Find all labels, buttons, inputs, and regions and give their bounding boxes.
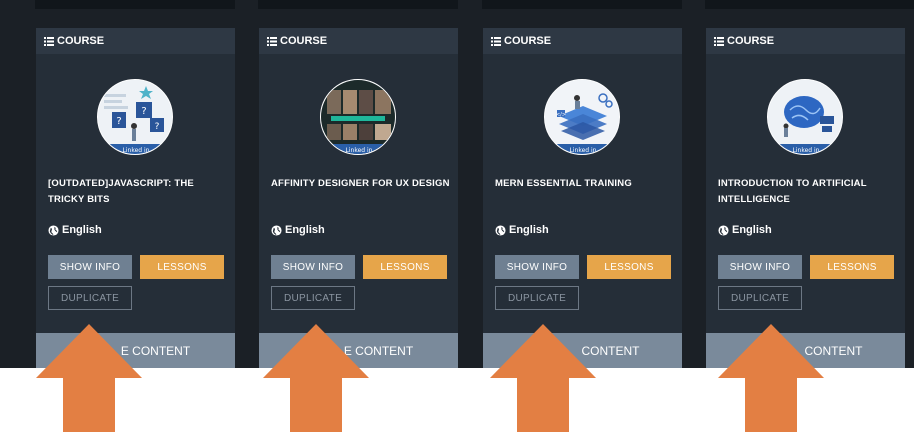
previous-row-card-edge	[705, 0, 914, 9]
list-icon	[714, 36, 724, 46]
duplicate-button[interactable]: DUPLICATE	[48, 286, 132, 310]
card-type-label: COURSE	[57, 35, 105, 47]
course-title: INTRODUCTION TO ARTIFICIAL INTELLIGENCE	[718, 178, 867, 205]
language-text: English	[732, 224, 772, 236]
previous-row-card-edge	[35, 0, 235, 9]
course-thumbnail: </> Linked in	[544, 79, 620, 155]
svg-text:Linked in: Linked in	[346, 147, 373, 154]
duplicate-button[interactable]: DUPLICATE	[495, 286, 579, 310]
course-card: COURSE ? ? ? Linked in [OUTDATED]JAVASCR…	[36, 28, 235, 368]
card-header: COURSE	[706, 28, 905, 54]
language-text: English	[285, 224, 325, 236]
course-thumbnail: Linked in	[320, 79, 396, 155]
globe-icon	[271, 224, 282, 236]
course-thumbnail: Linked in	[767, 79, 843, 155]
up-arrow	[718, 324, 824, 432]
list-icon	[44, 36, 54, 46]
up-arrow	[490, 324, 596, 432]
list-icon	[491, 36, 501, 46]
language-text: English	[62, 224, 102, 236]
course-title: AFFINITY DESIGNER FOR UX DESIGN	[271, 178, 450, 189]
language-label: English	[495, 224, 549, 236]
course-title: MERN ESSENTIAL TRAINING	[495, 178, 632, 189]
language-label: English	[48, 224, 102, 236]
svg-text:</>: </>	[556, 112, 566, 118]
course-card: COURSE Linked in INTRODUCTION TO ARTIFIC…	[706, 28, 905, 368]
svg-text:?: ?	[116, 116, 121, 127]
course-thumbnail: ? ? ? Linked in	[97, 79, 173, 155]
card-header: COURSE	[483, 28, 682, 54]
course-card: COURSE Linked in AFFINITY DESIGNER FOR U…	[259, 28, 458, 368]
card-type-label: COURSE	[280, 35, 328, 47]
lessons-button[interactable]: LESSONS	[810, 255, 894, 279]
language-label: English	[271, 224, 325, 236]
list-icon	[267, 36, 277, 46]
svg-text:Linked in: Linked in	[123, 147, 150, 154]
svg-text:Linked in: Linked in	[793, 147, 820, 154]
svg-text:?: ?	[155, 122, 160, 132]
up-arrow	[36, 324, 142, 432]
show-info-button[interactable]: SHOW INFO	[718, 255, 802, 279]
card-type-label: COURSE	[504, 35, 552, 47]
lessons-button[interactable]: LESSONS	[363, 255, 447, 279]
previous-row-card-edge	[482, 0, 682, 9]
language-text: English	[509, 224, 549, 236]
show-info-button[interactable]: SHOW INFO	[48, 255, 132, 279]
globe-icon	[48, 224, 59, 236]
duplicate-button[interactable]: DUPLICATE	[271, 286, 355, 310]
lessons-button[interactable]: LESSONS	[140, 255, 224, 279]
show-info-button[interactable]: SHOW INFO	[271, 255, 355, 279]
globe-icon	[495, 224, 506, 236]
course-grid: COURSE ? ? ? Linked in [OUTDATED]JAVASCR…	[0, 0, 914, 368]
lessons-button[interactable]: LESSONS	[587, 255, 671, 279]
course-card: COURSE </> Linked in MERN ESSENTIAL TRAI…	[483, 28, 682, 368]
card-header: COURSE	[36, 28, 235, 54]
up-arrow	[263, 324, 369, 432]
svg-text:?: ?	[141, 106, 146, 117]
card-type-label: COURSE	[727, 35, 775, 47]
show-info-button[interactable]: SHOW INFO	[495, 255, 579, 279]
course-title: [OUTDATED]JAVASCRIPT: THE TRICKY BITS	[48, 178, 194, 205]
duplicate-button[interactable]: DUPLICATE	[718, 286, 802, 310]
language-label: English	[718, 224, 772, 236]
card-header: COURSE	[259, 28, 458, 54]
globe-icon	[718, 224, 729, 236]
svg-text:Linked in: Linked in	[570, 147, 597, 154]
previous-row-card-edge	[258, 0, 458, 9]
